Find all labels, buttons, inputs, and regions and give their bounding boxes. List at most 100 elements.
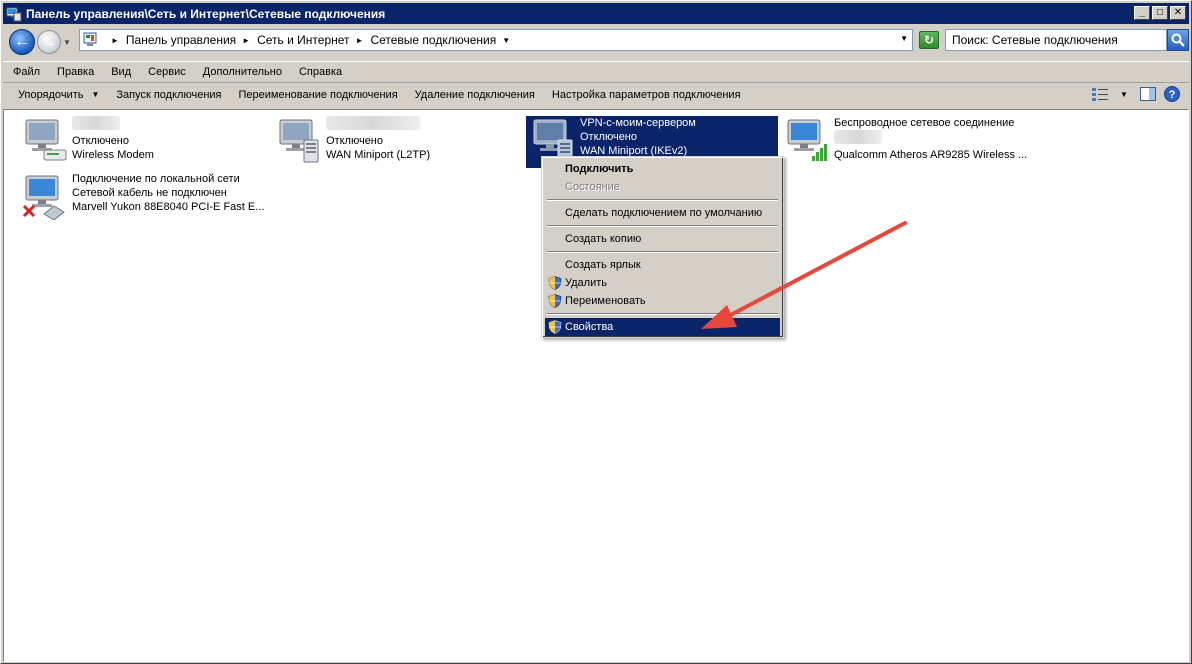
search-button[interactable] bbox=[1167, 29, 1189, 51]
connection-name: VPN-с-моим-сервером bbox=[580, 117, 696, 129]
menu-item-rename[interactable]: Переименовать bbox=[545, 292, 780, 310]
minimize-button[interactable]: _ bbox=[1134, 6, 1150, 20]
connection-item-wireless[interactable]: Беспроводное сетевое соединение Qualcomm… bbox=[782, 116, 1027, 164]
connection-text: Отключено WAN Miniport (L2TP) bbox=[326, 116, 430, 162]
connection-text: Отключено Wireless Modem bbox=[72, 116, 154, 162]
connection-status: Отключено bbox=[72, 135, 129, 147]
menu-item-label: Свойства bbox=[565, 321, 614, 333]
connection-name: Беспроводное сетевое соединение bbox=[834, 117, 1015, 129]
connection-device: Qualcomm Atheros AR9285 Wireless ... bbox=[834, 149, 1028, 161]
menu-tools[interactable]: Сервис bbox=[138, 66, 193, 78]
modem-icon bbox=[20, 116, 68, 164]
command-toolbar: Упорядочить ▼ Запуск подключения Переиме… bbox=[3, 82, 1189, 106]
details-view-icon bbox=[1092, 88, 1108, 101]
rename-connection-button[interactable]: Переименование подключения bbox=[230, 89, 406, 101]
menu-file[interactable]: Файл bbox=[3, 66, 47, 78]
connection-device: Wireless Modem bbox=[72, 149, 154, 161]
explorer-window: Панель управления\Сеть и Интернет\Сетевы… bbox=[0, 0, 1192, 664]
connection-name: Подключение по локальной сети bbox=[72, 173, 240, 185]
chevron-down-icon: ▼ bbox=[91, 90, 100, 99]
recent-pages-dropdown[interactable]: ▼ bbox=[63, 38, 73, 47]
caption-buttons: _ □ ✕ bbox=[1132, 6, 1186, 20]
preview-pane-button[interactable] bbox=[1139, 86, 1157, 102]
control-panel-icon bbox=[83, 32, 99, 48]
view-options-button[interactable] bbox=[1091, 86, 1109, 102]
menu-item-create-shortcut[interactable]: Создать ярлык bbox=[545, 256, 780, 274]
address-bar[interactable]: ► Панель управления ► Сеть и Интернет ► Се… bbox=[79, 29, 913, 51]
menu-item-properties[interactable]: Свойства bbox=[545, 318, 780, 336]
close-button[interactable]: ✕ bbox=[1170, 6, 1186, 20]
menu-item-status: Состояние bbox=[565, 181, 620, 193]
connection-text: Подключение по локальной сети Сетевой ка… bbox=[72, 172, 264, 214]
svg-text:?: ? bbox=[1169, 89, 1176, 101]
breadcrumb-network-internet[interactable]: Сеть и Интернет ► bbox=[257, 33, 370, 47]
forward-arrow-icon: → bbox=[41, 33, 57, 51]
connection-status bbox=[834, 130, 1027, 148]
connection-device: WAN Miniport (L2TP) bbox=[326, 149, 431, 161]
connection-name bbox=[326, 116, 430, 134]
connection-status: Отключено bbox=[580, 131, 637, 143]
menu-item-create-copy[interactable]: Создать копию bbox=[545, 230, 780, 248]
ethernet-disconnected-icon bbox=[20, 172, 68, 221]
title-bar[interactable]: Панель управления\Сеть и Интернет\Сетевы… bbox=[3, 3, 1189, 24]
menu-item-set-default[interactable]: Сделать подключением по умолчанию bbox=[545, 204, 780, 222]
address-row: ← → ▼ ► Панель управления ► Сеть и Интерн… bbox=[3, 27, 1189, 57]
help-icon: ? bbox=[1164, 86, 1180, 102]
organize-button[interactable]: Упорядочить ▼ bbox=[3, 89, 107, 101]
back-arrow-icon: ← bbox=[14, 33, 30, 50]
help-button[interactable]: ? bbox=[1163, 86, 1181, 102]
menu-view[interactable]: Вид bbox=[101, 66, 138, 78]
server-icon bbox=[274, 116, 322, 164]
connection-device: Marvell Yukon 88E8040 PCI-E Fast E... bbox=[72, 201, 265, 213]
toolbar-right: ▼ ? bbox=[1085, 86, 1181, 102]
connection-status: Отключено bbox=[326, 135, 383, 147]
connection-text: Беспроводное сетевое соединение Qualcomm… bbox=[834, 116, 1027, 162]
menu-edit[interactable]: Правка bbox=[47, 66, 101, 78]
search-icon bbox=[1171, 33, 1185, 47]
uac-shield-icon bbox=[548, 320, 562, 334]
menu-separator bbox=[545, 310, 780, 318]
context-menu: Подключить Состояние Сделать подключение… bbox=[541, 156, 784, 338]
preview-pane-icon bbox=[1140, 87, 1156, 101]
search-input[interactable]: Поиск: Сетевые подключения bbox=[945, 29, 1167, 51]
breadcrumb-network-connections[interactable]: Сетевые подключения ▼ bbox=[370, 33, 517, 47]
breadcrumb-label: Сеть и Интернет bbox=[257, 33, 350, 47]
uac-shield-icon bbox=[548, 294, 562, 308]
forward-button[interactable]: → bbox=[37, 30, 61, 54]
connection-item-lan[interactable]: Подключение по локальной сети Сетевой ка… bbox=[20, 172, 264, 221]
menu-help[interactable]: Справка bbox=[289, 66, 349, 78]
breadcrumb-separator-start[interactable]: ► bbox=[105, 36, 126, 45]
breadcrumb-label: Сетевые подключения bbox=[370, 33, 497, 47]
view-dropdown-button[interactable]: ▼ bbox=[1115, 86, 1133, 102]
menu-item-label: Переименовать bbox=[565, 295, 646, 307]
menu-bar: Файл Правка Вид Сервис Дополнительно Спр… bbox=[3, 61, 1189, 81]
menu-item-label: Удалить bbox=[565, 277, 607, 289]
menu-separator bbox=[545, 196, 780, 204]
menu-separator bbox=[545, 248, 780, 256]
connection-status: Сетевой кабель не подключен bbox=[72, 187, 227, 199]
menu-separator bbox=[545, 222, 780, 230]
connection-settings-button[interactable]: Настройка параметров подключения bbox=[543, 89, 749, 101]
organize-label: Упорядочить bbox=[18, 88, 84, 101]
breadcrumb-label: Панель управления bbox=[125, 33, 237, 47]
menu-item-delete[interactable]: Удалить bbox=[545, 274, 780, 292]
address-dropdown-icon[interactable]: ▼ bbox=[900, 34, 908, 43]
connection-text: VPN-с-моим-сервером Отключено WAN Minipo… bbox=[580, 116, 696, 158]
connection-item-l2tp[interactable]: Отключено WAN Miniport (L2TP) bbox=[274, 116, 430, 164]
wireless-signal-icon bbox=[782, 116, 830, 164]
refresh-icon: ↻ bbox=[923, 33, 935, 47]
window-title: Панель управления\Сеть и Интернет\Сетевы… bbox=[26, 6, 386, 21]
refresh-button[interactable]: ↻ bbox=[919, 31, 939, 49]
menu-item-connect[interactable]: Подключить bbox=[545, 160, 780, 178]
delete-connection-button[interactable]: Удаление подключения bbox=[406, 89, 543, 101]
uac-shield-icon bbox=[548, 276, 562, 290]
network-folder-icon bbox=[6, 6, 22, 22]
menu-advanced[interactable]: Дополнительно bbox=[193, 66, 289, 78]
chevron-down-icon: ▼ bbox=[1120, 89, 1128, 99]
back-button[interactable]: ← bbox=[9, 29, 35, 55]
connection-name bbox=[72, 116, 154, 134]
breadcrumb-control-panel[interactable]: Панель управления ► bbox=[126, 33, 257, 47]
connection-item-wireless-modem[interactable]: Отключено Wireless Modem bbox=[20, 116, 154, 164]
start-connection-button[interactable]: Запуск подключения bbox=[107, 89, 229, 101]
maximize-button[interactable]: □ bbox=[1152, 6, 1168, 20]
